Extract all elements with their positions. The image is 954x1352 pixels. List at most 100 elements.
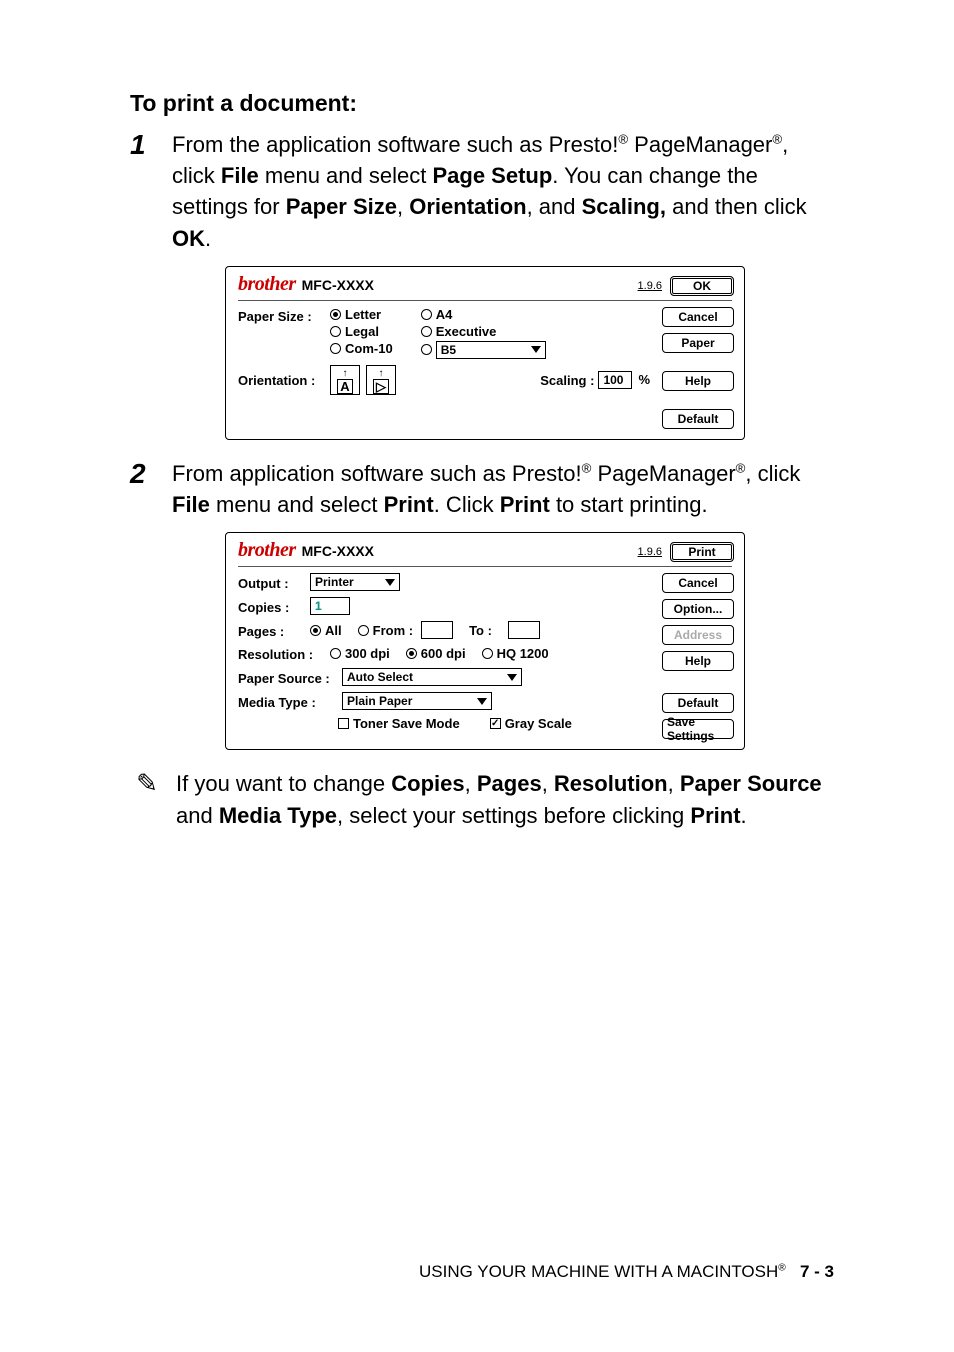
radio-label: Com-10 (345, 341, 393, 356)
note-body: If you want to change Copies, Pages, Res… (176, 768, 834, 830)
model-label: MFC-XXXX (302, 543, 374, 559)
note: ✎ If you want to change Copies, Pages, R… (130, 768, 834, 830)
step2-text: , click (745, 461, 800, 486)
percent-label: % (638, 372, 650, 387)
step1-bold-file: File (221, 163, 259, 188)
radio-600dpi[interactable]: 600 dpi (406, 646, 466, 661)
radio-a4[interactable]: A4 (421, 307, 546, 322)
note-text: and (176, 803, 219, 828)
step1-text: , (397, 194, 409, 219)
cancel-button[interactable]: Cancel (662, 307, 734, 327)
step2-text: From application software such as Presto… (172, 461, 582, 486)
note-bold-copies: Copies (391, 771, 464, 796)
note-text: , (542, 771, 554, 796)
copies-input[interactable]: 1 (310, 597, 350, 615)
reg-mark: ® (582, 461, 592, 476)
radio-com10[interactable]: Com-10 (330, 341, 393, 356)
print-button[interactable]: Print (670, 542, 734, 562)
model-label: MFC-XXXX (302, 277, 374, 293)
step2-text: . Click (434, 492, 500, 517)
step-number: 2 (130, 458, 172, 488)
address-button: Address (662, 625, 734, 645)
scaling-input[interactable]: 100 (598, 371, 632, 389)
paper-size-select[interactable]: B5 (436, 341, 546, 359)
option-button[interactable]: Option... (662, 599, 734, 619)
resolution-label: Resolution : (238, 645, 330, 662)
paper-size-label: Paper Size : (238, 307, 330, 324)
note-text: , (668, 771, 680, 796)
page-footer: USING YOUR MACHINE WITH A MACINTOSH® 7 -… (419, 1262, 834, 1282)
page-setup-dialog: brother MFC-XXXX 1.9.6 OK Paper Size : L… (225, 266, 745, 440)
step2-text: menu and select (210, 492, 384, 517)
chevron-down-icon (531, 346, 541, 353)
media-type-select[interactable]: Plain Paper (342, 692, 492, 710)
version-label: 1.9.6 (638, 280, 662, 292)
radio-legal[interactable]: Legal (330, 324, 393, 339)
radio-label: Legal (345, 324, 379, 339)
note-bold-resolution: Resolution (554, 771, 668, 796)
radio-label: HQ 1200 (497, 646, 549, 661)
doc-heading: To print a document: (130, 90, 834, 117)
step1-bold-orientation: Orientation (409, 194, 526, 219)
radio-label: From : (373, 623, 413, 638)
radio-pages-from[interactable]: From : (358, 621, 453, 639)
select-value: B5 (441, 343, 456, 357)
radio-label: Executive (436, 324, 497, 339)
page-number: 7 - 3 (800, 1262, 834, 1281)
output-select[interactable]: Printer (310, 573, 400, 591)
note-icon: ✎ (130, 768, 164, 796)
checkbox-gray-scale[interactable]: ✓Gray Scale (490, 716, 572, 731)
help-button[interactable]: Help (662, 371, 734, 391)
radio-pages-all[interactable]: All (310, 623, 342, 638)
save-settings-button[interactable]: Save Settings (662, 719, 734, 739)
paper-button[interactable]: Paper (662, 333, 734, 353)
radio-300dpi[interactable]: 300 dpi (330, 646, 390, 661)
brand-logo: brother (238, 273, 296, 296)
output-label: Output : (238, 574, 310, 591)
reg-mark: ® (736, 461, 746, 476)
reg-mark: ® (618, 132, 628, 147)
step2-bold-print2: Print (500, 492, 550, 517)
step1-text: , and (527, 194, 582, 219)
chevron-down-icon (385, 579, 395, 586)
select-value: Plain Paper (347, 694, 412, 708)
checkbox-toner-save[interactable]: Toner Save Mode (338, 716, 460, 731)
step-number: 1 (130, 129, 172, 159)
step-1: 1 From the application software such as … (130, 129, 834, 254)
paper-source-select[interactable]: Auto Select (342, 668, 522, 686)
orientation-portrait-button[interactable]: A (330, 365, 360, 395)
note-text: . (741, 803, 747, 828)
step1-text: menu and select (259, 163, 433, 188)
orientation-landscape-button[interactable]: ▷ (366, 365, 396, 395)
default-button[interactable]: Default (662, 693, 734, 713)
help-button[interactable]: Help (662, 651, 734, 671)
checkbox-label: Toner Save Mode (353, 716, 460, 731)
step1-text: PageManager (628, 132, 772, 157)
step1-text: From the application software such as Pr… (172, 132, 618, 157)
radio-label: A4 (436, 307, 453, 322)
note-bold-media-type: Media Type (219, 803, 337, 828)
radio-letter[interactable]: Letter (330, 307, 393, 322)
note-bold-paper-source: Paper Source (680, 771, 822, 796)
ok-button[interactable]: OK (670, 276, 734, 296)
cancel-button[interactable]: Cancel (662, 573, 734, 593)
step1-bold-papersize: Paper Size (286, 194, 397, 219)
step1-bold-scaling: Scaling, (582, 194, 666, 219)
orientation-label: Orientation : (238, 371, 330, 388)
radio-b5[interactable]: B5 (421, 341, 546, 359)
radio-label: 300 dpi (345, 646, 390, 661)
radio-label: 600 dpi (421, 646, 466, 661)
reg-mark: ® (778, 1262, 786, 1273)
paper-source-label: Paper Source : (238, 669, 342, 686)
media-type-label: Media Type : (238, 693, 342, 710)
radio-executive[interactable]: Executive (421, 324, 546, 339)
brand-logo: brother (238, 539, 296, 562)
scaling-label: Scaling : (540, 371, 594, 388)
pages-from-input[interactable] (421, 621, 453, 639)
radio-hq1200[interactable]: HQ 1200 (482, 646, 549, 661)
note-text: , (465, 771, 477, 796)
copies-label: Copies : (238, 598, 310, 615)
footer-text: USING YOUR MACHINE WITH A MACINTOSH (419, 1262, 778, 1281)
pages-to-input[interactable] (508, 621, 540, 639)
default-button[interactable]: Default (662, 409, 734, 429)
